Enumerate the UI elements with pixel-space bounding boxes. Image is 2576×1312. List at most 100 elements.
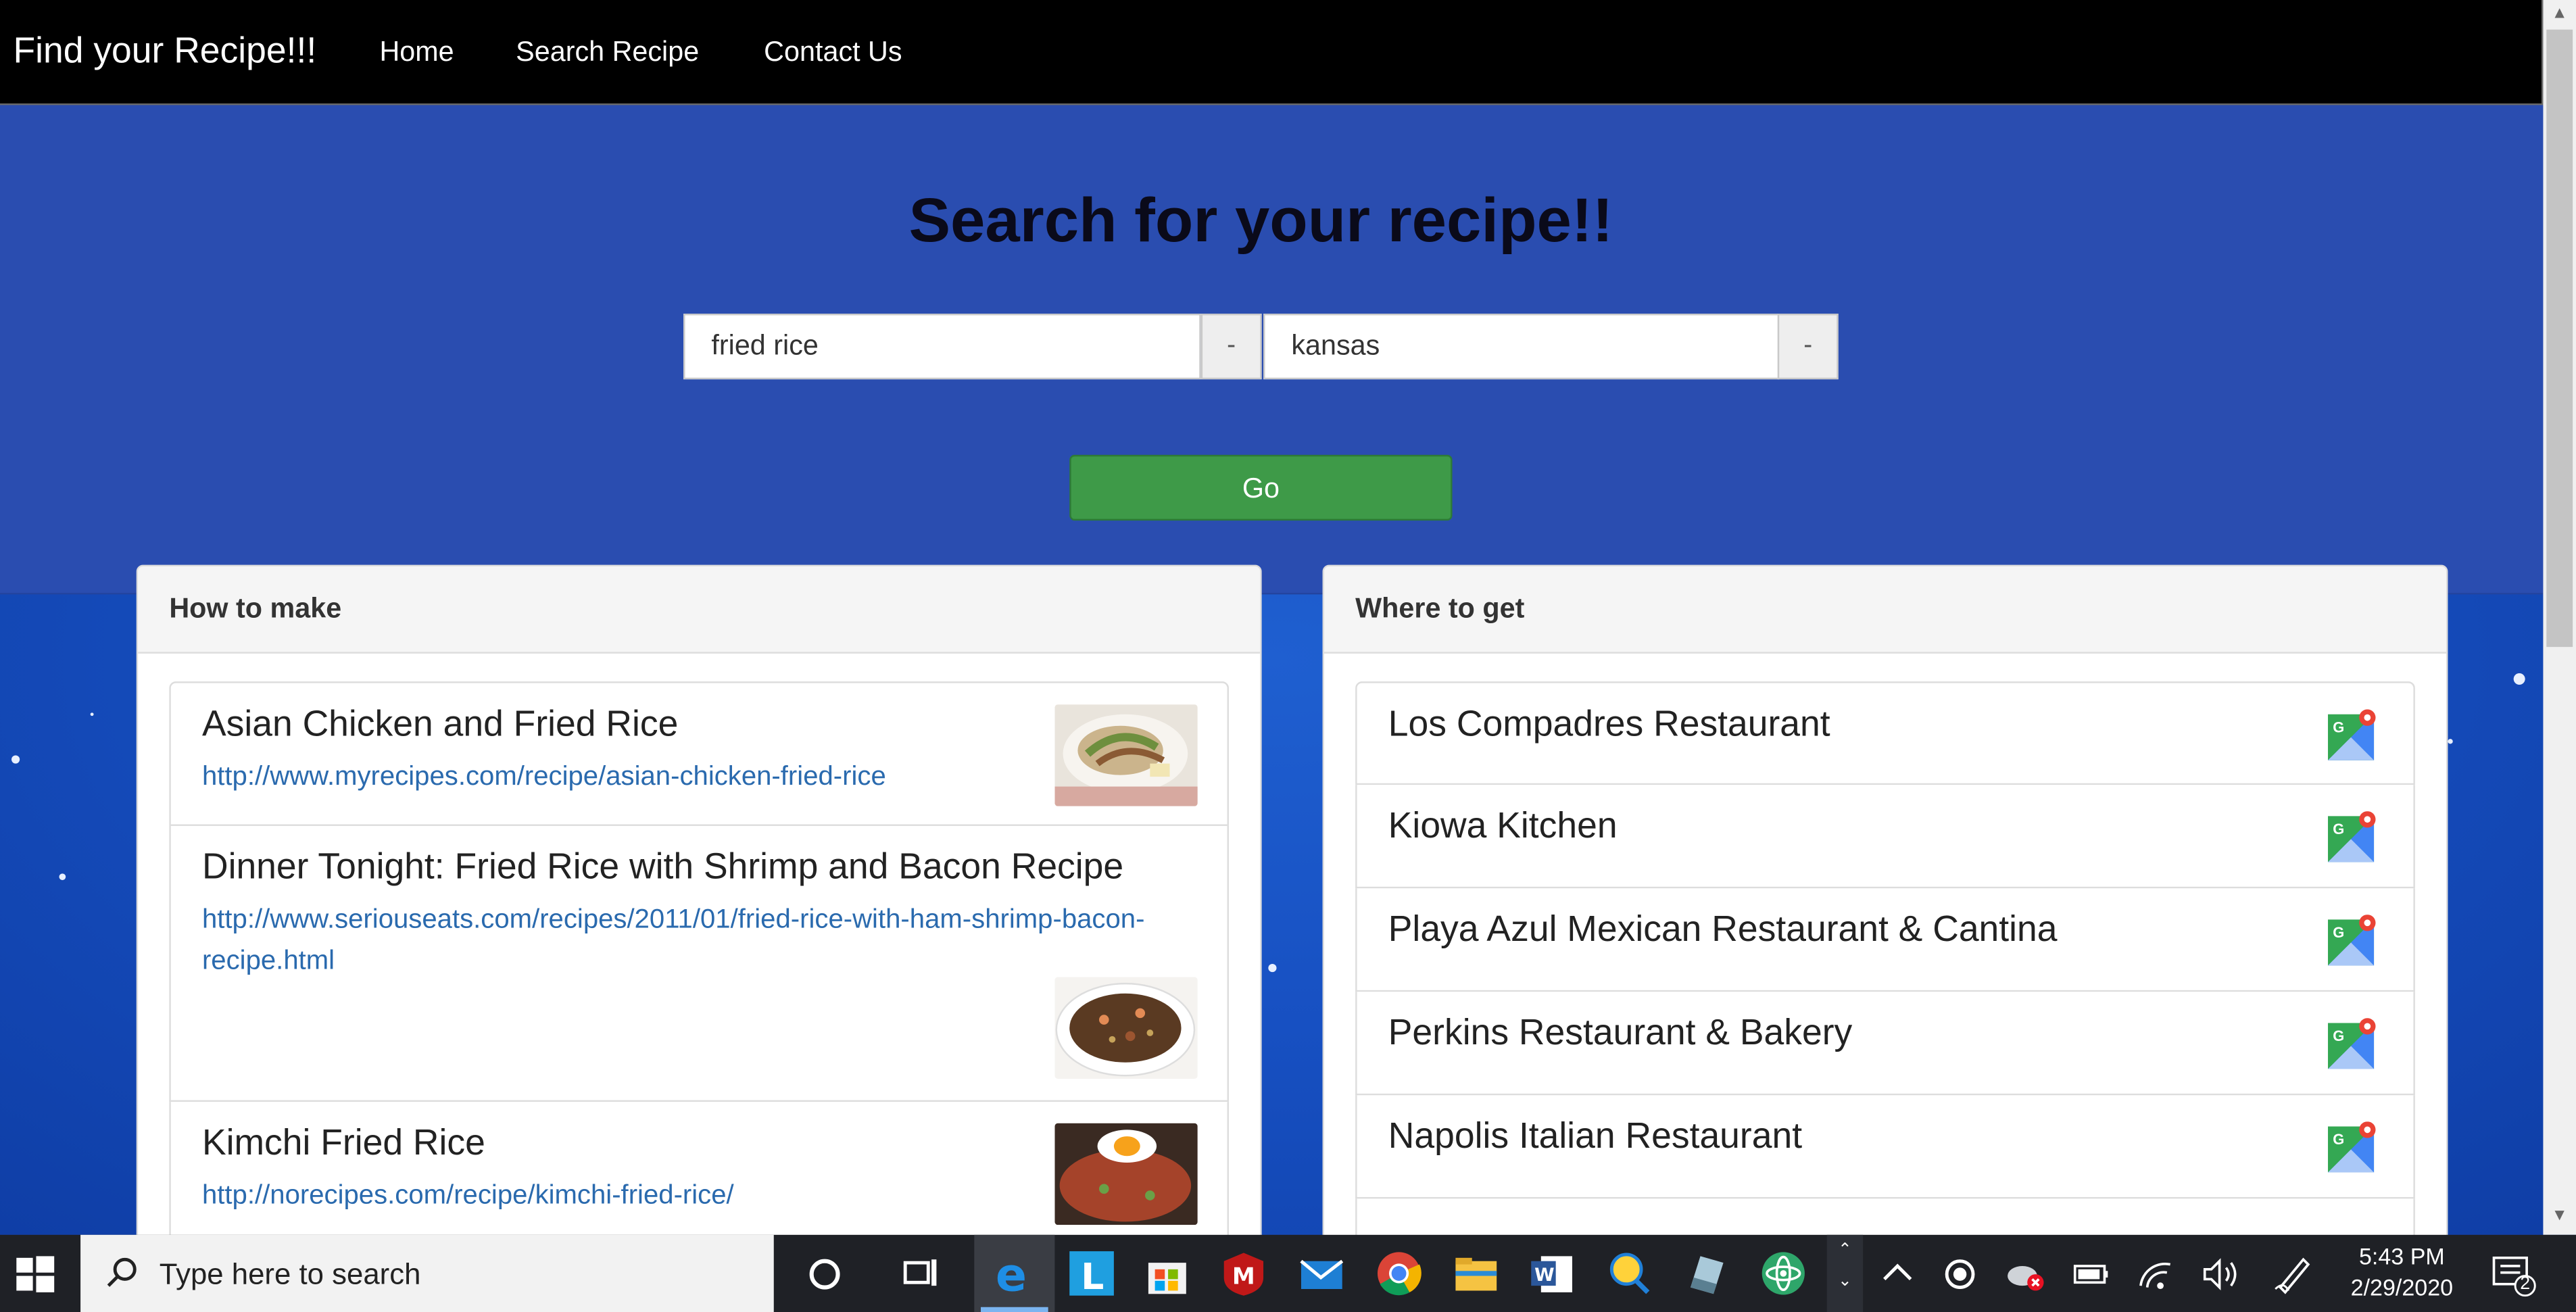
recipe-item[interactable]: Kimchi Fried Rice http://norecipes.com/r… bbox=[169, 1102, 1230, 1250]
restaurant-list: Los Compadres Restaurant G Kiowa Kitchen… bbox=[1355, 681, 2415, 1253]
task-view-icon[interactable] bbox=[896, 1248, 946, 1298]
star-decoration bbox=[90, 712, 94, 716]
clock-time: 5:43 PM bbox=[2359, 1242, 2445, 1269]
chevron-up-icon[interactable]: ⌃ bbox=[1827, 1242, 1863, 1260]
restaurant-item[interactable]: Los Compadres Restaurant G bbox=[1355, 681, 2415, 785]
google-maps-icon[interactable]: G bbox=[2327, 1121, 2379, 1174]
notes-app-icon[interactable] bbox=[1680, 1248, 1731, 1298]
recipe-link-line: http://www.seriouseats.com/recipes/2011/… bbox=[201, 904, 1145, 935]
restaurant-item[interactable]: Perkins Restaurant & Bakery G bbox=[1355, 992, 2415, 1096]
file-explorer-icon[interactable] bbox=[1451, 1248, 1501, 1298]
svg-text:G: G bbox=[2333, 719, 2344, 735]
google-maps-icon[interactable]: G bbox=[2327, 709, 2379, 762]
onedrive-error-icon[interactable] bbox=[2001, 1248, 2051, 1298]
magnifier-app-icon[interactable] bbox=[1603, 1248, 1654, 1298]
scroll-down-arrow-icon[interactable]: ▼ bbox=[2548, 1205, 2571, 1228]
svg-text:M: M bbox=[1232, 1263, 1255, 1290]
recipe-link[interactable]: http://www.myrecipes.com/recipe/asian-ch… bbox=[202, 757, 886, 798]
recipe-link[interactable]: http://www.seriouseats.com/recipes/2011/… bbox=[202, 900, 1144, 981]
brand-title[interactable]: Find your Recipe!!! bbox=[13, 30, 316, 72]
location-input-wrapper bbox=[1263, 313, 1780, 380]
star-decoration bbox=[59, 873, 66, 881]
nav-home[interactable]: Home bbox=[379, 36, 454, 69]
where-to-get-heading: Where to get bbox=[1323, 566, 2447, 654]
restaurant-name: Playa Azul Mexican Restaurant & Cantina bbox=[1388, 908, 2058, 950]
recipe-thumbnail-image bbox=[1054, 977, 1198, 1079]
restaurant-item[interactable]: Napolis Italian Restaurant G bbox=[1355, 1095, 2415, 1199]
recipe-input-wrapper bbox=[683, 313, 1201, 380]
word-icon[interactable]: W bbox=[1526, 1248, 1577, 1298]
pen-workspace-icon[interactable] bbox=[2267, 1248, 2318, 1298]
restaurant-name: Kiowa Kitchen bbox=[1388, 804, 1618, 846]
taskbar-search-box[interactable]: Type here to search bbox=[80, 1234, 774, 1312]
windows-taskbar: Type here to search e L M W ⌃ ⌄ 5:43 PM … bbox=[0, 1234, 2576, 1312]
svg-text:G: G bbox=[2333, 821, 2344, 837]
restaurant-name: Los Compadres Restaurant bbox=[1388, 702, 1830, 744]
recipe-clear-button[interactable]: - bbox=[1200, 313, 1262, 380]
restaurant-name: Perkins Restaurant & Bakery bbox=[1388, 1011, 1853, 1053]
l-app-icon[interactable]: L bbox=[1066, 1248, 1117, 1298]
cortana-icon[interactable] bbox=[800, 1248, 851, 1298]
page-title: Search for your recipe!! bbox=[908, 187, 1613, 256]
google-maps-icon[interactable]: G bbox=[2327, 1018, 2379, 1071]
recipe-item[interactable]: Dinner Tonight: Fried Rice with Shrimp a… bbox=[169, 825, 1230, 1102]
location-clear-button[interactable]: - bbox=[1777, 313, 1839, 380]
recipe-title: Kimchi Fried Rice bbox=[201, 1121, 485, 1163]
wifi-icon[interactable] bbox=[2131, 1248, 2181, 1298]
atom-app-icon[interactable] bbox=[1758, 1248, 1809, 1298]
windows-start-icon[interactable] bbox=[10, 1248, 61, 1298]
search-icon bbox=[107, 1257, 137, 1287]
mcafee-icon[interactable]: M bbox=[1219, 1248, 1269, 1298]
svg-text:G: G bbox=[2333, 924, 2344, 941]
star-decoration bbox=[2513, 673, 2525, 685]
record-indicator-icon[interactable] bbox=[1935, 1248, 1986, 1298]
mail-icon[interactable] bbox=[1296, 1248, 1347, 1298]
star-decoration bbox=[2448, 739, 2453, 744]
star-decoration bbox=[11, 755, 20, 764]
recipe-thumbnail-image bbox=[1054, 704, 1198, 806]
action-center-icon[interactable]: 2 bbox=[2487, 1248, 2538, 1298]
nav-contact-us[interactable]: Contact Us bbox=[764, 36, 902, 69]
recipe-title: Asian Chicken and Fried Rice bbox=[201, 702, 679, 744]
recipe-thumbnail-image bbox=[1054, 1123, 1198, 1225]
recipe-link[interactable]: http://norecipes.com/recipe/kimchi-fried… bbox=[202, 1175, 734, 1217]
where-to-get-panel: Where to get Los Compadres Restaurant G … bbox=[1322, 564, 2448, 1255]
svg-text:L: L bbox=[1081, 1255, 1104, 1298]
clock-date: 2/29/2020 bbox=[2350, 1274, 2454, 1301]
chevron-down-icon[interactable]: ⌄ bbox=[1827, 1273, 1863, 1291]
search-hero: Search for your recipe!! - - Go bbox=[0, 105, 2544, 595]
taskbar-clock[interactable]: 5:43 PM 2/29/2020 bbox=[2329, 1242, 2474, 1304]
recipe-list: Asian Chicken and Fried Rice http://www.… bbox=[169, 681, 1230, 1250]
nav-search-recipe[interactable]: Search Recipe bbox=[516, 36, 699, 69]
taskbar-scroll-arrows[interactable]: ⌃ ⌄ bbox=[1826, 1234, 1864, 1312]
battery-icon[interactable] bbox=[2065, 1248, 2116, 1298]
location-search-input[interactable] bbox=[1265, 315, 1778, 378]
svg-text:G: G bbox=[2333, 1131, 2344, 1148]
edge-browser-icon[interactable]: e bbox=[989, 1248, 1040, 1302]
svg-text:W: W bbox=[1534, 1265, 1554, 1286]
star-decoration bbox=[1268, 963, 1277, 973]
recipe-link-line: recipe.html bbox=[201, 946, 335, 976]
active-app-indicator bbox=[981, 1307, 1048, 1312]
microsoft-store-icon[interactable] bbox=[1142, 1248, 1192, 1298]
taskbar-search-placeholder: Type here to search bbox=[159, 1257, 421, 1291]
go-button[interactable]: Go bbox=[1069, 454, 1453, 521]
restaurant-name: Napolis Italian Restaurant bbox=[1388, 1115, 1803, 1157]
google-maps-icon[interactable]: G bbox=[2327, 915, 2379, 967]
recipe-search-input[interactable] bbox=[685, 315, 1200, 378]
how-to-make-panel: How to make Asian Chicken and Fried Rice… bbox=[136, 564, 1262, 1255]
notification-count-badge: 2 bbox=[2520, 1274, 2531, 1294]
top-navbar: Find your Recipe!!! Home Search Recipe C… bbox=[0, 0, 2544, 105]
scroll-up-arrow-icon[interactable]: ▲ bbox=[2548, 3, 2571, 26]
chrome-icon[interactable] bbox=[1374, 1248, 1424, 1298]
svg-text:e: e bbox=[996, 1248, 1027, 1298]
volume-icon[interactable] bbox=[2195, 1248, 2245, 1298]
svg-text:G: G bbox=[2333, 1027, 2344, 1044]
google-maps-icon[interactable]: G bbox=[2327, 811, 2379, 864]
restaurant-item[interactable]: Playa Azul Mexican Restaurant & Cantina … bbox=[1355, 888, 2415, 992]
recipe-item[interactable]: Asian Chicken and Fried Rice http://www.… bbox=[169, 681, 1230, 826]
restaurant-item[interactable]: Kiowa Kitchen G bbox=[1355, 785, 2415, 889]
show-hidden-icons-chevron-icon[interactable] bbox=[1873, 1248, 1924, 1298]
scrollbar-thumb[interactable] bbox=[2546, 29, 2573, 648]
how-to-make-heading: How to make bbox=[138, 566, 1261, 654]
